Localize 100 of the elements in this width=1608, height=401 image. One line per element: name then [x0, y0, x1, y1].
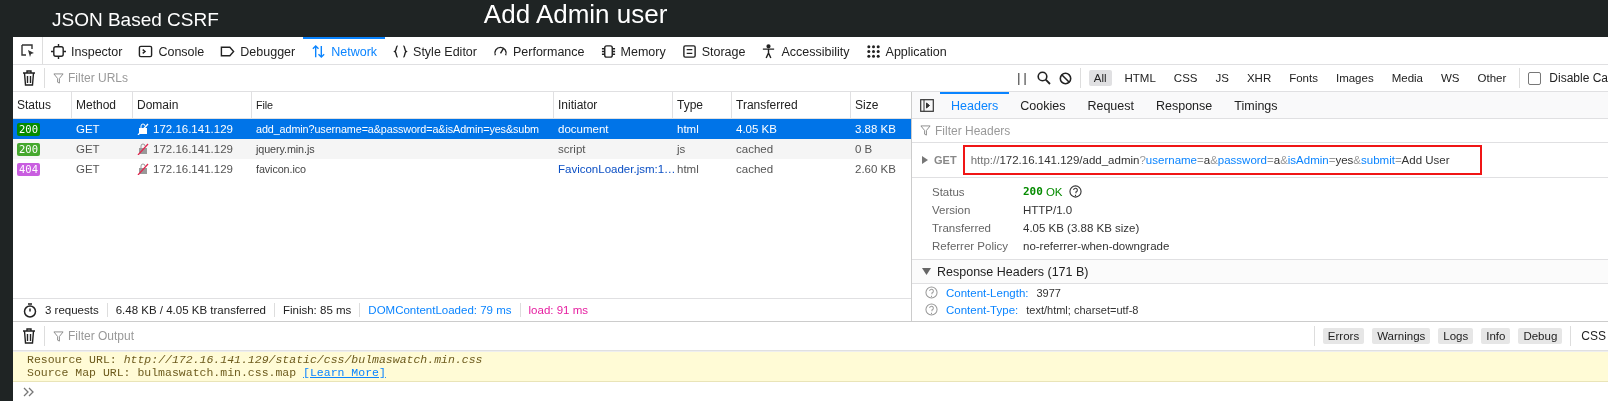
- devtools-tab[interactable]: Storage: [673, 37, 754, 64]
- request-count: 3 requests: [45, 304, 99, 316]
- table-cell-text: 3.88 KB: [854, 123, 897, 135]
- devtools-tab[interactable]: Application: [857, 37, 955, 64]
- column-header[interactable]: Status: [13, 92, 72, 118]
- section-title: Response Headers (171 B): [937, 264, 1089, 279]
- column-header[interactable]: File: [252, 92, 554, 118]
- collapse-arrow-icon[interactable]: [922, 268, 931, 275]
- expand-arrow-icon[interactable]: [922, 156, 928, 164]
- devtools-tab[interactable]: Performance: [484, 37, 593, 64]
- filter-urls-field[interactable]: Filter URLs: [68, 71, 268, 85]
- type-filter-button[interactable]: Other: [1472, 70, 1512, 86]
- devtools-tab[interactable]: Style Editor: [385, 37, 485, 64]
- header-name: Content-Type:: [946, 303, 1019, 316]
- details-tab[interactable]: Timings: [1223, 92, 1289, 118]
- table-cell: 172.16.141.129: [153, 123, 233, 135]
- details-tab[interactable]: Response: [1145, 92, 1224, 118]
- filter-headers-field[interactable]: Filter Headers: [935, 123, 1135, 138]
- devtools-tab[interactable]: Console: [130, 37, 213, 64]
- log-level-button[interactable]: Debug: [1518, 328, 1563, 344]
- insecure-lock-icon: [137, 163, 149, 175]
- load-time: load: 91 ms: [528, 304, 588, 316]
- response-headers-section[interactable]: Response Headers (171 B): [912, 260, 1608, 284]
- type-filter-button[interactable]: Media: [1386, 70, 1428, 86]
- page-subtitle: JSON Based CSRF: [52, 9, 219, 31]
- transfer-size: 6.48 KB / 4.05 KB transferred: [115, 304, 266, 316]
- details-tab[interactable]: Cookies: [1009, 92, 1077, 118]
- table-cell-text: favicon.ico: [255, 163, 307, 175]
- request-row[interactable]: 200 GET 172.16.141.129 jquery.min.js script js cached 0 B: [13, 139, 911, 159]
- table-cell-text: cached: [735, 163, 775, 175]
- type-filter-button[interactable]: Fonts: [1284, 70, 1323, 86]
- type-filter-button[interactable]: CSS: [1168, 70, 1203, 86]
- cabinet-icon: [681, 44, 697, 59]
- trash-icon[interactable]: [22, 328, 36, 344]
- learn-more-link[interactable]: [Learn More]: [303, 366, 386, 379]
- finish-time: Finish: 85 ms: [282, 304, 352, 316]
- type-filter-button[interactable]: All: [1088, 70, 1112, 86]
- details-tab[interactable]: Request: [1076, 92, 1145, 118]
- log-level-button[interactable]: Errors: [1322, 328, 1365, 344]
- devtools-tab[interactable]: Debugger: [212, 37, 304, 64]
- trash-icon[interactable]: [22, 70, 36, 86]
- status-code: 200: [1023, 185, 1043, 198]
- log-level-button[interactable]: Logs: [1438, 328, 1474, 344]
- filter-icon: [53, 330, 64, 342]
- up-down-arrows-icon: [311, 44, 327, 59]
- column-header[interactable]: Size: [851, 92, 911, 118]
- help-icon[interactable]: [1068, 185, 1082, 198]
- console-prompt-icon[interactable]: [23, 386, 35, 397]
- request-method: GET: [934, 154, 957, 166]
- type-filter-button[interactable]: Images: [1330, 70, 1379, 86]
- column-header[interactable]: Initiator: [554, 92, 673, 118]
- table-cell-text: 0 B: [854, 143, 874, 155]
- field-value: 4.05 KB (3.88 KB size): [1023, 221, 1140, 234]
- resource-url-line: Resource URL: http://172.16.141.129/static/css/bulmaswatch.min.css: [27, 353, 484, 366]
- log-level-button[interactable]: Info: [1481, 328, 1511, 344]
- search-icon[interactable]: [1036, 71, 1051, 85]
- insecure-lock-icon: [137, 123, 149, 135]
- type-filter-button[interactable]: XHR: [1241, 70, 1277, 86]
- column-header[interactable]: Domain: [133, 92, 252, 118]
- field-label: Version: [932, 203, 972, 216]
- header-name: Content-Length:: [946, 286, 1029, 299]
- person-icon: [761, 44, 777, 59]
- disable-cache-checkbox[interactable]: [1528, 71, 1542, 85]
- table-cell-text: html: [676, 163, 700, 175]
- panel-toggle-icon[interactable]: [920, 98, 934, 112]
- filter-output-field[interactable]: Filter Output: [68, 329, 268, 343]
- table-cell-text: add_admin?username=a&password=a&isAdmin=yes&subm: [255, 123, 540, 135]
- initiator-link[interactable]: FaviconLoader.jsm:1…: [554, 163, 673, 175]
- table-cell-text: html: [676, 123, 700, 135]
- status-code: 200: [17, 122, 40, 136]
- devtools-tab[interactable]: Inspector: [43, 37, 131, 64]
- table-cell-text: js: [675, 143, 687, 155]
- devtools-tab[interactable]: Network: [303, 37, 386, 64]
- pause-button[interactable]: | |: [1015, 71, 1029, 85]
- column-header[interactable]: Transferred: [732, 92, 851, 118]
- chip-icon: [600, 44, 616, 59]
- cursor-icon: [19, 42, 36, 59]
- field-label: Status: [932, 185, 966, 198]
- log-level-button[interactable]: Warnings: [1372, 328, 1431, 344]
- request-row[interactable]: 200 GET 172.16.141.129 add_admin?username=a&password=a&isAdmin=yes&subm document html 4.05 KB 3.88 KB: [13, 119, 911, 139]
- css-filter-button[interactable]: CSS: [1579, 329, 1608, 343]
- devtools-tab[interactable]: Memory: [592, 37, 674, 64]
- details-tab[interactable]: Headers: [940, 92, 1010, 118]
- table-cell-text: script: [557, 143, 587, 155]
- status-text: OK: [1045, 185, 1063, 198]
- field-label: Referrer Policy: [932, 239, 1010, 252]
- type-filter-button[interactable]: HTML: [1119, 70, 1161, 86]
- type-filter-button[interactable]: JS: [1210, 70, 1234, 86]
- type-filter-button[interactable]: WS: [1436, 70, 1465, 86]
- devtools-tab[interactable]: Accessibility: [753, 37, 858, 64]
- column-header[interactable]: Type: [673, 92, 732, 118]
- table-cell-text: 4.05 KB: [735, 123, 778, 135]
- table-cell-text: GET: [75, 123, 101, 135]
- header-value: 3977: [1036, 286, 1061, 299]
- stopwatch-icon: [23, 302, 37, 318]
- page-heading: Add Admin user: [483, 0, 668, 28]
- request-row[interactable]: 404 GET 172.16.141.129 favicon.ico FaviconLoader.jsm:1…html cached 2.60 KB: [13, 159, 911, 179]
- column-header[interactable]: Method: [72, 92, 133, 118]
- block-icon[interactable]: [1058, 71, 1072, 85]
- table-cell-text: jquery.min.js: [254, 143, 316, 155]
